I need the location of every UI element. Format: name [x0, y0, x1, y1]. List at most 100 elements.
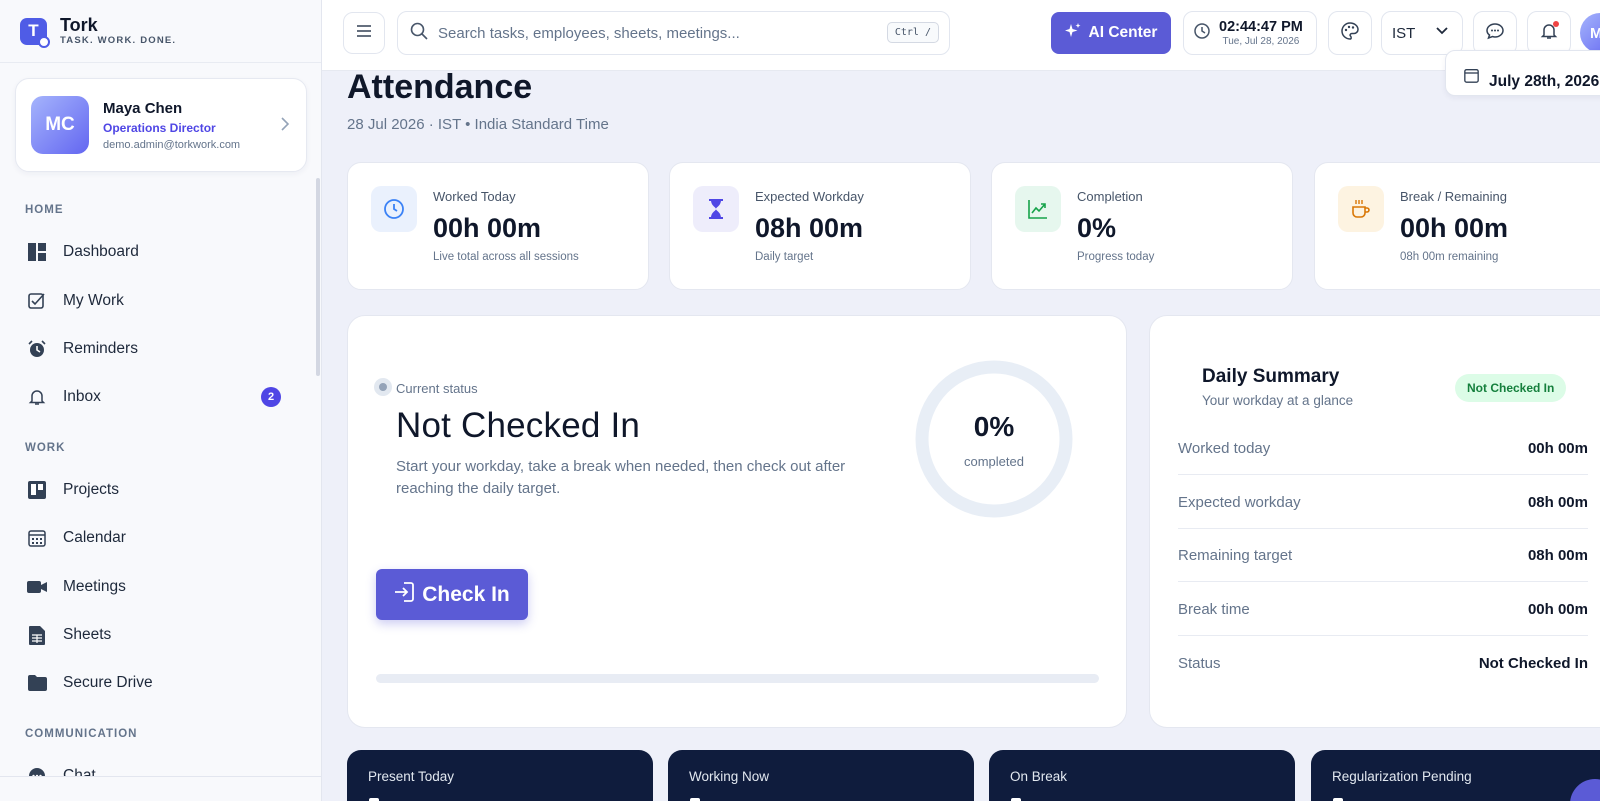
team-card-working-now[interactable]: Working Now: [668, 750, 974, 801]
stat-value: 08h 00m: [755, 213, 864, 243]
stat-note: Progress today: [1077, 251, 1155, 263]
attendance-status-card: Current status Not Checked In Start your…: [347, 315, 1127, 728]
sidebar-item-label: Projects: [63, 481, 119, 498]
summary-row: Worked today 00h 00m: [1178, 422, 1588, 475]
page-subtitle: 28 Jul 2026 · IST • India Standard Time: [347, 116, 609, 133]
sidebar-item-label: Inbox: [63, 388, 101, 405]
timezone-value: IST: [1392, 24, 1416, 42]
sidebar-item-dashboard[interactable]: Dashboard: [0, 232, 310, 272]
notifications-button[interactable]: [1527, 11, 1571, 55]
hourglass-icon: [693, 186, 739, 232]
sidebar-item-projects[interactable]: Projects: [0, 470, 310, 510]
video-icon: [27, 577, 47, 597]
workday-progress-bar: [376, 674, 1099, 683]
profile-card[interactable]: MC Maya Chen Operations Director demo.ad…: [15, 78, 307, 172]
checkbox-icon: [27, 291, 47, 311]
profile-role: Operations Director: [103, 120, 216, 135]
sidebar-scrollbar[interactable]: [316, 178, 320, 376]
search-icon: [410, 22, 428, 45]
trend-icon: [1015, 186, 1061, 232]
stat-card-expected-workday: Expected Workday 08h 00m Daily target: [669, 162, 971, 290]
team-card-label: Working Now: [689, 769, 770, 784]
team-card-label: Present Today: [368, 769, 455, 784]
sidebar-item-my-work[interactable]: My Work: [0, 281, 310, 321]
stat-value: 00h 00m: [433, 213, 542, 243]
user-avatar[interactable]: M: [1580, 13, 1600, 53]
profile-avatar: MC: [31, 96, 89, 154]
summary-subtitle: Your workday at a glance: [1202, 393, 1354, 408]
stat-value: 0%: [1077, 213, 1117, 243]
nav-section-work: WORK: [25, 442, 66, 454]
sidebar-item-label: Calendar: [63, 529, 126, 546]
team-card-present-today[interactable]: Present Today: [347, 750, 653, 801]
notification-dot: [1553, 21, 1559, 27]
stat-label: Break / Remaining: [1400, 189, 1507, 204]
summary-row: Remaining target 08h 00m: [1178, 529, 1588, 582]
search-input[interactable]: [438, 24, 878, 42]
brand-name: Tork: [60, 15, 98, 35]
stat-card-break-remaining: Break / Remaining 00h 00m 08h 00m remain…: [1314, 162, 1600, 290]
timezone-select[interactable]: IST: [1381, 11, 1463, 55]
sidebar-item-label: Meetings: [63, 578, 126, 595]
sidebar-item-meetings[interactable]: Meetings: [0, 567, 310, 607]
stat-label: Expected Workday: [755, 189, 864, 204]
team-card-regularization-pending[interactable]: Regularization Pending: [1311, 750, 1600, 801]
stat-card-completion: Completion 0% Progress today: [991, 162, 1293, 290]
global-search[interactable]: Ctrl /: [397, 11, 950, 55]
chevron-right-icon: [280, 115, 290, 136]
sidebar: T Tork TASK. WORK. DONE. MC Maya Chen Op…: [0, 0, 322, 801]
search-shortcut-hint: Ctrl /: [886, 22, 939, 43]
message-icon: [1486, 22, 1504, 45]
daily-summary-card: Daily Summary Your workday at a glance N…: [1149, 315, 1600, 728]
sidebar-item-label: Sheets: [63, 626, 112, 643]
current-status-label: Current status: [396, 381, 478, 396]
current-status-value: Not Checked In: [396, 406, 641, 445]
chevron-down-icon: [1435, 24, 1449, 42]
date-picker-value: July 28th, 2026: [1489, 73, 1600, 90]
menu-toggle-button[interactable]: [343, 12, 385, 54]
sheet-icon: [27, 625, 47, 645]
brand[interactable]: T Tork TASK. WORK. DONE.: [0, 0, 321, 63]
stat-note: Daily target: [755, 251, 814, 263]
sidebar-item-reminders[interactable]: Reminders: [0, 329, 310, 369]
sidebar-item-label: Secure Drive: [63, 674, 153, 691]
sidebar-item-secure-drive[interactable]: Secure Drive: [0, 663, 310, 703]
clock-widget[interactable]: 02:44:47 PM Tue, Jul 28, 2026: [1183, 11, 1317, 55]
inbox-count-badge: 2: [261, 387, 281, 407]
sidebar-item-label: Dashboard: [63, 243, 139, 260]
summary-title: Daily Summary: [1202, 366, 1340, 387]
profile-name: Maya Chen: [103, 99, 183, 117]
stat-label: Completion: [1077, 189, 1143, 204]
nav-section-communication: COMMUNICATION: [25, 728, 138, 740]
page-title: Attendance: [347, 68, 533, 106]
clock-date: Tue, Jul 28, 2026: [1222, 35, 1300, 47]
brand-tagline: TASK. WORK. DONE.: [60, 35, 177, 46]
theme-button[interactable]: [1328, 11, 1372, 55]
ai-center-button[interactable]: AI Center: [1051, 12, 1171, 54]
stat-card-worked-today: Worked Today 00h 00m Live total across a…: [347, 162, 649, 290]
sidebar-item-sheets[interactable]: Sheets: [0, 615, 310, 655]
alarm-icon: [27, 339, 47, 359]
sidebar-item-inbox[interactable]: Inbox 2: [0, 377, 310, 417]
folder-icon: [27, 673, 47, 693]
coffee-icon: [1338, 186, 1384, 232]
completion-percent: 0%: [973, 411, 1015, 442]
sidebar-item-calendar[interactable]: Calendar: [0, 518, 310, 558]
dashboard-icon: [27, 242, 47, 262]
date-picker[interactable]: July 28th, 2026: [1445, 50, 1600, 96]
status-indicator-dot: [374, 378, 392, 396]
check-in-button[interactable]: Check In: [376, 569, 528, 620]
check-in-label: Check In: [422, 582, 510, 606]
sparkle-icon: [1064, 23, 1081, 43]
hamburger-icon: [357, 24, 371, 42]
team-card-on-break[interactable]: On Break: [989, 750, 1295, 801]
summary-row: Break time 00h 00m: [1178, 583, 1588, 636]
stat-note: Live total across all sessions: [433, 251, 579, 263]
clock-icon: [1194, 22, 1210, 44]
brand-logo: T: [20, 17, 50, 48]
messages-button[interactable]: [1473, 11, 1517, 55]
nav-section-home: HOME: [25, 204, 64, 216]
current-status-description: Start your workday, take a break when ne…: [396, 458, 846, 497]
calendar-icon: [1464, 68, 1479, 88]
sidebar-item-label: Reminders: [63, 340, 138, 357]
